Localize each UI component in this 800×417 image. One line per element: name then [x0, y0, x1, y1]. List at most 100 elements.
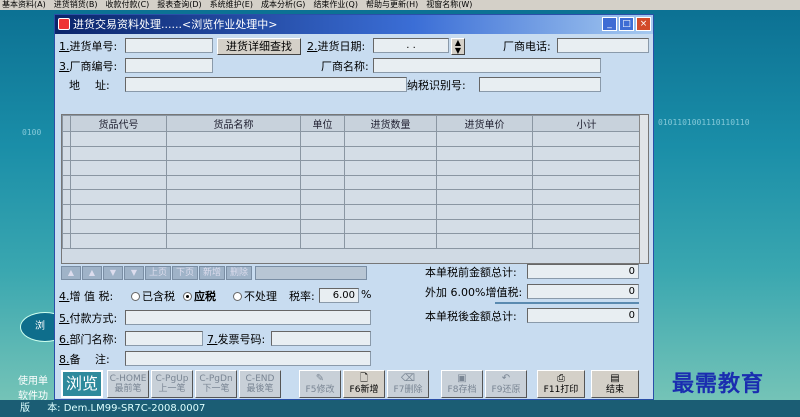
menu-item[interactable]: 基本资料(A) [2, 0, 46, 9]
tax-id-field[interactable] [479, 77, 601, 92]
table-cell[interactable] [300, 160, 345, 176]
table-cell[interactable] [532, 145, 641, 162]
table-cell[interactable] [300, 233, 345, 249]
vendor-phone-field[interactable] [557, 38, 649, 53]
table-cell[interactable] [436, 131, 533, 147]
table-cell[interactable] [344, 233, 437, 249]
grid-scrollbar[interactable] [639, 115, 648, 263]
table-cell[interactable] [70, 160, 167, 176]
date-field[interactable]: . . [373, 38, 449, 53]
table-cell[interactable] [166, 145, 301, 162]
table-cell[interactable] [344, 203, 437, 220]
table-row[interactable] [62, 218, 641, 235]
table-row[interactable] [62, 160, 641, 176]
table-cell[interactable] [70, 233, 167, 249]
table-cell[interactable] [436, 189, 533, 205]
f6-add-button[interactable]: 🗋 F6新增 [343, 370, 385, 398]
menu-item[interactable]: 成本分析(G) [261, 0, 305, 9]
order-no-field[interactable] [125, 38, 213, 53]
vat-option-taxable[interactable]: 应税 [183, 288, 216, 304]
table-cell[interactable] [436, 145, 533, 162]
vendor-name-field[interactable] [373, 58, 601, 73]
remark-field[interactable] [125, 351, 371, 366]
f7-delete-button[interactable]: ⌫ F7删除 [387, 370, 429, 398]
table-cell[interactable] [532, 233, 641, 249]
table-cell[interactable] [62, 218, 71, 235]
menu-item[interactable]: 收款付款(C) [105, 0, 149, 9]
table-cell[interactable] [166, 203, 301, 220]
detail-search-button[interactable]: 进货详细查找 [217, 38, 301, 55]
vat-option-none[interactable]: 不处理 [233, 288, 277, 304]
table-cell[interactable] [436, 218, 533, 235]
next-record-button[interactable]: C-PgDn 下一笔 [195, 370, 237, 398]
grid-header-item-code[interactable]: 货品代号 [70, 115, 167, 132]
grid-header-subtotal[interactable]: 小计 [532, 115, 641, 132]
f5-edit-button[interactable]: ✎ F5修改 [299, 370, 341, 398]
table-cell[interactable] [300, 131, 345, 147]
nav-page-down-button[interactable]: 下页 [172, 266, 198, 280]
table-cell[interactable] [532, 189, 641, 205]
radio-taxable[interactable] [183, 292, 192, 301]
grid-header-unit[interactable]: 单位 [300, 115, 345, 132]
table-cell[interactable] [300, 145, 345, 162]
nav-last-button[interactable]: ▼ [124, 266, 144, 280]
table-cell[interactable] [70, 203, 167, 220]
table-cell[interactable] [166, 160, 301, 176]
table-cell[interactable] [436, 233, 533, 249]
prev-record-button[interactable]: C-PgUp 上一笔 [151, 370, 193, 398]
table-cell[interactable] [70, 218, 167, 235]
table-cell[interactable] [62, 160, 71, 176]
last-record-button[interactable]: C-END 最後笔 [239, 370, 281, 398]
table-cell[interactable] [70, 131, 167, 147]
minimize-button[interactable]: _ [602, 17, 617, 31]
first-record-button[interactable]: C-HOME 最前笔 [107, 370, 149, 398]
table-cell[interactable] [436, 203, 533, 220]
menu-item[interactable]: 报表查询(D) [157, 0, 201, 9]
address-field[interactable] [125, 77, 407, 92]
nav-prev-button[interactable]: ▲ [82, 266, 102, 280]
maximize-button[interactable]: □ [619, 17, 634, 31]
table-row[interactable] [62, 131, 641, 147]
f11-print-button[interactable]: ⎙ F11打印 [537, 370, 585, 398]
close-button[interactable]: × [636, 17, 651, 31]
table-cell[interactable] [532, 131, 641, 147]
tax-rate-field[interactable]: 6.00 [319, 288, 359, 303]
radio-none[interactable] [233, 292, 242, 301]
table-cell[interactable] [166, 218, 301, 235]
table-cell[interactable] [62, 233, 71, 249]
table-row[interactable] [62, 145, 641, 162]
menu-item[interactable]: 结束作业(Q) [313, 0, 358, 9]
table-cell[interactable] [62, 174, 71, 191]
table-cell[interactable] [166, 131, 301, 147]
table-cell[interactable] [166, 174, 301, 191]
table-row[interactable] [62, 174, 641, 191]
table-cell[interactable] [532, 174, 641, 191]
table-cell[interactable] [436, 174, 533, 191]
table-row[interactable] [62, 233, 641, 249]
table-cell[interactable] [70, 145, 167, 162]
table-cell[interactable] [62, 131, 71, 147]
radio-included[interactable] [131, 292, 140, 301]
vat-option-included[interactable]: 已含税 [131, 288, 175, 304]
table-cell[interactable] [300, 174, 345, 191]
table-cell[interactable] [532, 160, 641, 176]
table-cell[interactable] [166, 233, 301, 249]
table-cell[interactable] [300, 203, 345, 220]
department-field[interactable] [125, 331, 203, 346]
table-cell[interactable] [344, 131, 437, 147]
menu-item[interactable]: 视窗名称(W) [426, 0, 472, 9]
table-cell[interactable] [62, 145, 71, 162]
vendor-code-field[interactable] [125, 58, 213, 73]
table-cell[interactable] [532, 203, 641, 220]
table-cell[interactable] [344, 189, 437, 205]
browse-mode-button[interactable]: 浏览 [61, 370, 103, 398]
nav-add-row-button[interactable]: 新增 [199, 266, 225, 280]
grid-header-unit-price[interactable]: 进货单价 [436, 115, 533, 132]
table-cell[interactable] [436, 160, 533, 176]
table-cell[interactable] [62, 189, 71, 205]
invoice-no-field[interactable] [271, 331, 371, 346]
exit-button[interactable]: ▤ 结束 [591, 370, 639, 398]
table-cell[interactable] [62, 203, 71, 220]
table-row[interactable] [62, 203, 641, 220]
table-cell[interactable] [344, 174, 437, 191]
